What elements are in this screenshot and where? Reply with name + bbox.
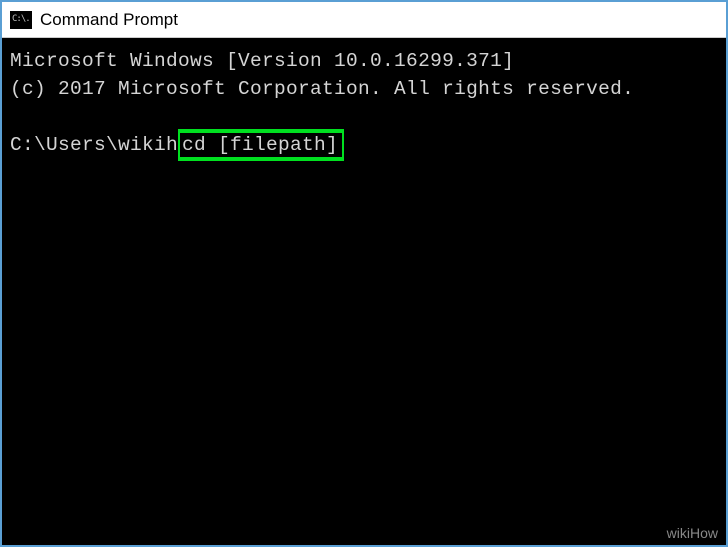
version-text: Microsoft Windows [Version 10.0.16299.37… <box>10 48 718 74</box>
watermark: wikiHow <box>667 525 718 541</box>
prompt-line: C:\Users\wikihcd [filepath] <box>10 129 718 161</box>
cmd-icon: C:\. <box>10 11 32 29</box>
typed-command: cd [filepath] <box>180 133 342 157</box>
terminal-output[interactable]: Microsoft Windows [Version 10.0.16299.37… <box>2 38 726 545</box>
window-title: Command Prompt <box>40 10 178 30</box>
command-prompt-window: C:\. Command Prompt Microsoft Windows [V… <box>0 0 728 547</box>
title-bar[interactable]: C:\. Command Prompt <box>2 2 726 38</box>
command-highlight: cd [filepath] <box>178 129 344 161</box>
prompt-path: C:\Users\wikih <box>10 132 178 158</box>
copyright-text: (c) 2017 Microsoft Corporation. All righ… <box>10 76 718 102</box>
